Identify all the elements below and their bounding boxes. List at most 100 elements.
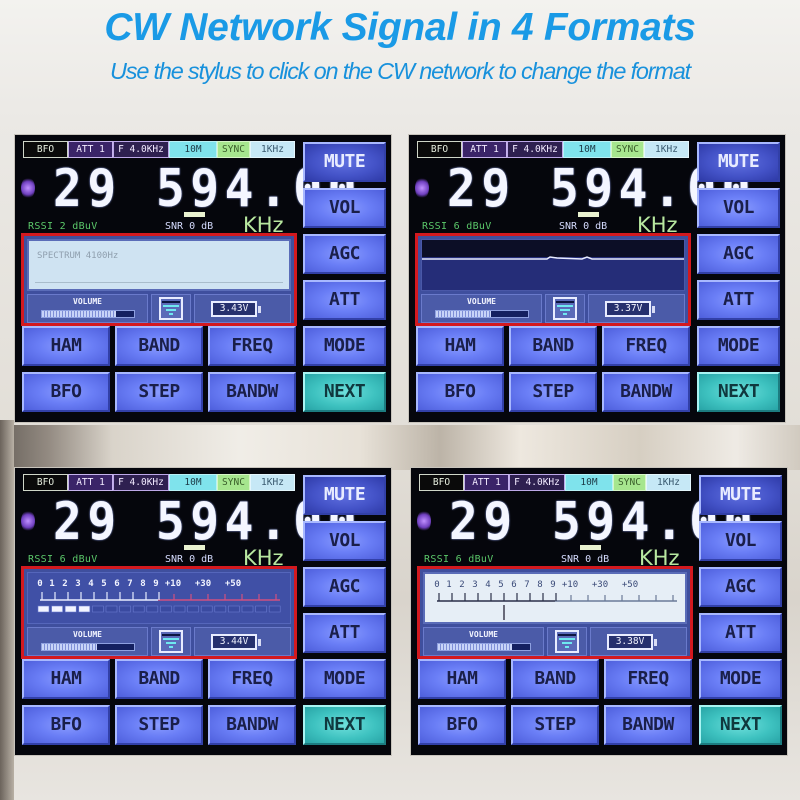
bfo-button[interactable]: BFO	[416, 372, 504, 412]
volume-bar[interactable]	[437, 643, 531, 651]
bandw-button[interactable]: BANDW	[208, 372, 296, 412]
tuning-cursor	[184, 545, 205, 550]
filter-button[interactable]	[553, 297, 577, 320]
att-tag[interactable]: ATT 1	[462, 141, 507, 158]
bfo-button[interactable]: BFO	[22, 372, 110, 412]
att-tag[interactable]: ATT 1	[68, 474, 113, 491]
filter-tag[interactable]: F 4.0KHz	[113, 474, 169, 491]
bandw-button[interactable]: BANDW	[602, 372, 690, 412]
att-tag[interactable]: ATT 1	[68, 141, 113, 158]
mute-button[interactable]: MUTE	[303, 142, 386, 182]
cw-network-panel[interactable]: 0 1 2 3 4 5 6 7 8 9 +10 +30 +50 VOLUME 3.44V	[21, 566, 297, 659]
bfo-button[interactable]: BFO	[22, 705, 110, 745]
ham-button[interactable]: HAM	[22, 659, 110, 699]
step-button[interactable]: STEP	[511, 705, 599, 745]
mode-button[interactable]: MODE	[699, 659, 782, 699]
att-button[interactable]: ATT	[303, 613, 386, 653]
signal-segment	[105, 605, 118, 613]
agc-button[interactable]: AGC	[699, 567, 782, 607]
cw-display[interactable]: SPECTRUM 4100Hz	[27, 239, 291, 291]
vol-button[interactable]: VOL	[303, 188, 386, 228]
filter-button[interactable]	[159, 297, 183, 320]
scale-label: 7	[127, 579, 132, 589]
band-button[interactable]: BAND	[509, 326, 597, 366]
step-button[interactable]: STEP	[509, 372, 597, 412]
next-button[interactable]: NEXT	[697, 372, 780, 412]
battery-icon	[652, 306, 655, 313]
agc-button[interactable]: AGC	[303, 567, 386, 607]
ham-button[interactable]: HAM	[418, 659, 506, 699]
freq-button[interactable]: FREQ	[208, 326, 296, 366]
sync-tag[interactable]: SYNC	[611, 141, 644, 158]
agc-button[interactable]: AGC	[303, 234, 386, 274]
volume-control[interactable]: VOLUME	[27, 294, 148, 323]
mute-button[interactable]: MUTE	[699, 475, 782, 515]
mute-button[interactable]: MUTE	[697, 142, 780, 182]
band-button[interactable]: BAND	[115, 659, 203, 699]
cw-display[interactable]: 0 1 2 3 4 5 6 7 8 9 +10 +30 +50	[423, 572, 687, 624]
filter-tag[interactable]: F 4.0KHz	[507, 141, 563, 158]
band-tag[interactable]: 10M	[563, 141, 611, 158]
cw-network-panel[interactable]: SPECTRUM 4100Hz VOLUME 3.43V	[21, 233, 297, 326]
filter-button[interactable]	[159, 630, 183, 653]
next-button[interactable]: NEXT	[699, 705, 782, 745]
step-tag[interactable]: 1KHz	[250, 141, 295, 158]
step-tag[interactable]: 1KHz	[250, 474, 295, 491]
mute-button[interactable]: MUTE	[303, 475, 386, 515]
bfo-tag[interactable]: BFO	[417, 141, 462, 158]
att-button[interactable]: ATT	[697, 280, 780, 320]
bfo-tag[interactable]: BFO	[23, 141, 68, 158]
ham-button[interactable]: HAM	[416, 326, 504, 366]
att-button[interactable]: ATT	[699, 613, 782, 653]
scale-label: 3	[75, 579, 80, 589]
filter-tag[interactable]: F 4.0KHz	[509, 474, 565, 491]
sync-tag[interactable]: SYNC	[613, 474, 646, 491]
cw-display[interactable]	[421, 239, 685, 291]
att-button[interactable]: ATT	[303, 280, 386, 320]
step-tag[interactable]: 1KHz	[646, 474, 691, 491]
freq-button[interactable]: FREQ	[602, 326, 690, 366]
filter-button[interactable]	[555, 630, 579, 653]
freq-button[interactable]: FREQ	[208, 659, 296, 699]
volume-control[interactable]: VOLUME	[27, 627, 148, 656]
bfo-button[interactable]: BFO	[418, 705, 506, 745]
mode-button[interactable]: MODE	[697, 326, 780, 366]
filter-tag[interactable]: F 4.0KHz	[113, 141, 169, 158]
next-button[interactable]: NEXT	[303, 705, 386, 745]
step-button[interactable]: STEP	[115, 705, 203, 745]
agc-button[interactable]: AGC	[697, 234, 780, 274]
vol-button[interactable]: VOL	[697, 188, 780, 228]
volume-control[interactable]: VOLUME	[423, 627, 544, 656]
bfo-tag[interactable]: BFO	[419, 474, 464, 491]
sync-tag[interactable]: SYNC	[217, 474, 250, 491]
bandw-button[interactable]: BANDW	[208, 705, 296, 745]
cw-display[interactable]: 0 1 2 3 4 5 6 7 8 9 +10 +30 +50	[27, 572, 291, 624]
volume-bar[interactable]	[435, 310, 529, 318]
step-button[interactable]: STEP	[115, 372, 203, 412]
cw-network-panel[interactable]: VOLUME 3.37V	[415, 233, 691, 326]
band-tag[interactable]: 10M	[169, 141, 217, 158]
sync-tag[interactable]: SYNC	[217, 141, 250, 158]
next-button[interactable]: NEXT	[303, 372, 386, 412]
freq-button[interactable]: FREQ	[604, 659, 692, 699]
rssi-readout: RSSI 2 dBuV	[28, 221, 98, 232]
bandw-button[interactable]: BANDW	[604, 705, 692, 745]
volume-bar[interactable]	[41, 310, 135, 318]
cw-network-panel[interactable]: 0 1 2 3 4 5 6 7 8 9 +10 +30 +50 VOLUME 3.38V	[417, 566, 693, 659]
mode-button[interactable]: MODE	[303, 326, 386, 366]
bfo-tag[interactable]: BFO	[23, 474, 68, 491]
band-tag[interactable]: 10M	[169, 474, 217, 491]
signal-segment	[78, 605, 91, 613]
battery-voltage: 3.37V	[605, 301, 651, 317]
mode-button[interactable]: MODE	[303, 659, 386, 699]
band-button[interactable]: BAND	[511, 659, 599, 699]
vol-button[interactable]: VOL	[303, 521, 386, 561]
volume-bar[interactable]	[41, 643, 135, 651]
volume-control[interactable]: VOLUME	[421, 294, 542, 323]
ham-button[interactable]: HAM	[22, 326, 110, 366]
att-tag[interactable]: ATT 1	[464, 474, 509, 491]
band-tag[interactable]: 10M	[565, 474, 613, 491]
step-tag[interactable]: 1KHz	[644, 141, 689, 158]
vol-button[interactable]: VOL	[699, 521, 782, 561]
band-button[interactable]: BAND	[115, 326, 203, 366]
